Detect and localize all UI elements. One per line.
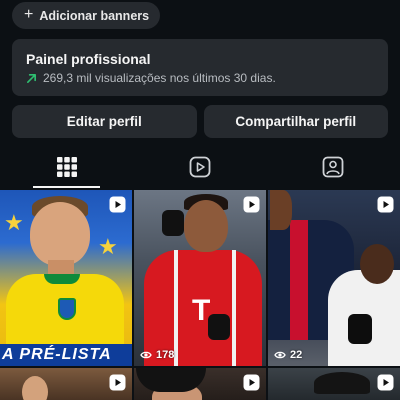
grid-icon — [56, 157, 77, 177]
tab-reels[interactable] — [133, 146, 266, 188]
view-count-value: 178 — [156, 349, 175, 361]
posts-grid: ★ ★ A PRÉ-LISTA T 178 22 — [0, 190, 400, 400]
tagged-icon — [322, 156, 344, 178]
glove — [348, 314, 372, 344]
dashboard-title: Painel profissional — [26, 51, 151, 67]
reel-icon — [377, 196, 394, 213]
glove — [162, 210, 184, 236]
view-count: 22 — [274, 349, 302, 361]
eye-icon — [140, 351, 152, 359]
reel-icon — [243, 196, 260, 213]
glove — [208, 314, 230, 340]
dashboard-subtitle: 269,3 mil visualizações nos últimos 30 d… — [43, 71, 276, 85]
view-count-value: 22 — [290, 349, 303, 361]
tab-posts[interactable] — [0, 146, 133, 188]
reels-icon — [189, 156, 211, 178]
post-overlay-text: A PRÉ-LISTA — [0, 344, 132, 366]
player-face — [30, 202, 90, 266]
professional-dashboard-card[interactable]: Painel profissional 269,3 mil visualizaç… — [12, 39, 388, 96]
post-thumbnail[interactable] — [268, 368, 400, 400]
add-banners-label: Adicionar banners — [39, 8, 150, 23]
shirt-band — [290, 220, 308, 340]
team-crest — [58, 298, 76, 320]
edit-profile-button[interactable]: Editar perfil — [12, 105, 197, 138]
post-thumbnail[interactable]: ★ ★ A PRÉ-LISTA — [0, 190, 132, 366]
post-thumbnail[interactable]: T 178 — [134, 190, 266, 366]
post-thumbnail[interactable] — [0, 368, 132, 400]
profile-actions: Editar perfil Compartilhar perfil — [12, 105, 388, 138]
dashboard-subtitle-row: 269,3 mil visualizações nos últimos 30 d… — [26, 71, 374, 85]
reel-icon — [109, 196, 126, 213]
star-decoration: ★ — [4, 210, 24, 235]
person-face — [22, 376, 48, 400]
eye-icon — [274, 351, 286, 359]
reel-icon — [109, 374, 126, 391]
reel-icon — [243, 374, 260, 391]
trend-up-arrow-icon — [27, 73, 36, 83]
plus-icon: + — [24, 6, 34, 23]
shirt-collar — [44, 274, 80, 284]
view-count: 178 — [140, 349, 174, 361]
tab-tagged[interactable] — [267, 146, 400, 188]
profile-tabs — [0, 146, 400, 188]
profile-screen: + Adicionar banners Painel profissional … — [0, 0, 400, 400]
player-face — [184, 200, 228, 252]
post-thumbnail[interactable]: 22 — [268, 190, 400, 366]
shirt-stripe — [232, 250, 236, 366]
post-thumbnail[interactable] — [134, 368, 266, 400]
share-profile-button[interactable]: Compartilhar perfil — [203, 105, 388, 138]
reel-icon — [377, 374, 394, 391]
shirt-stripe — [174, 250, 178, 366]
add-banners-button[interactable]: + Adicionar banners — [12, 2, 161, 29]
player-face — [270, 190, 292, 230]
person-hat — [314, 372, 370, 394]
player-face — [360, 244, 394, 284]
star-decoration: ★ — [98, 234, 118, 259]
